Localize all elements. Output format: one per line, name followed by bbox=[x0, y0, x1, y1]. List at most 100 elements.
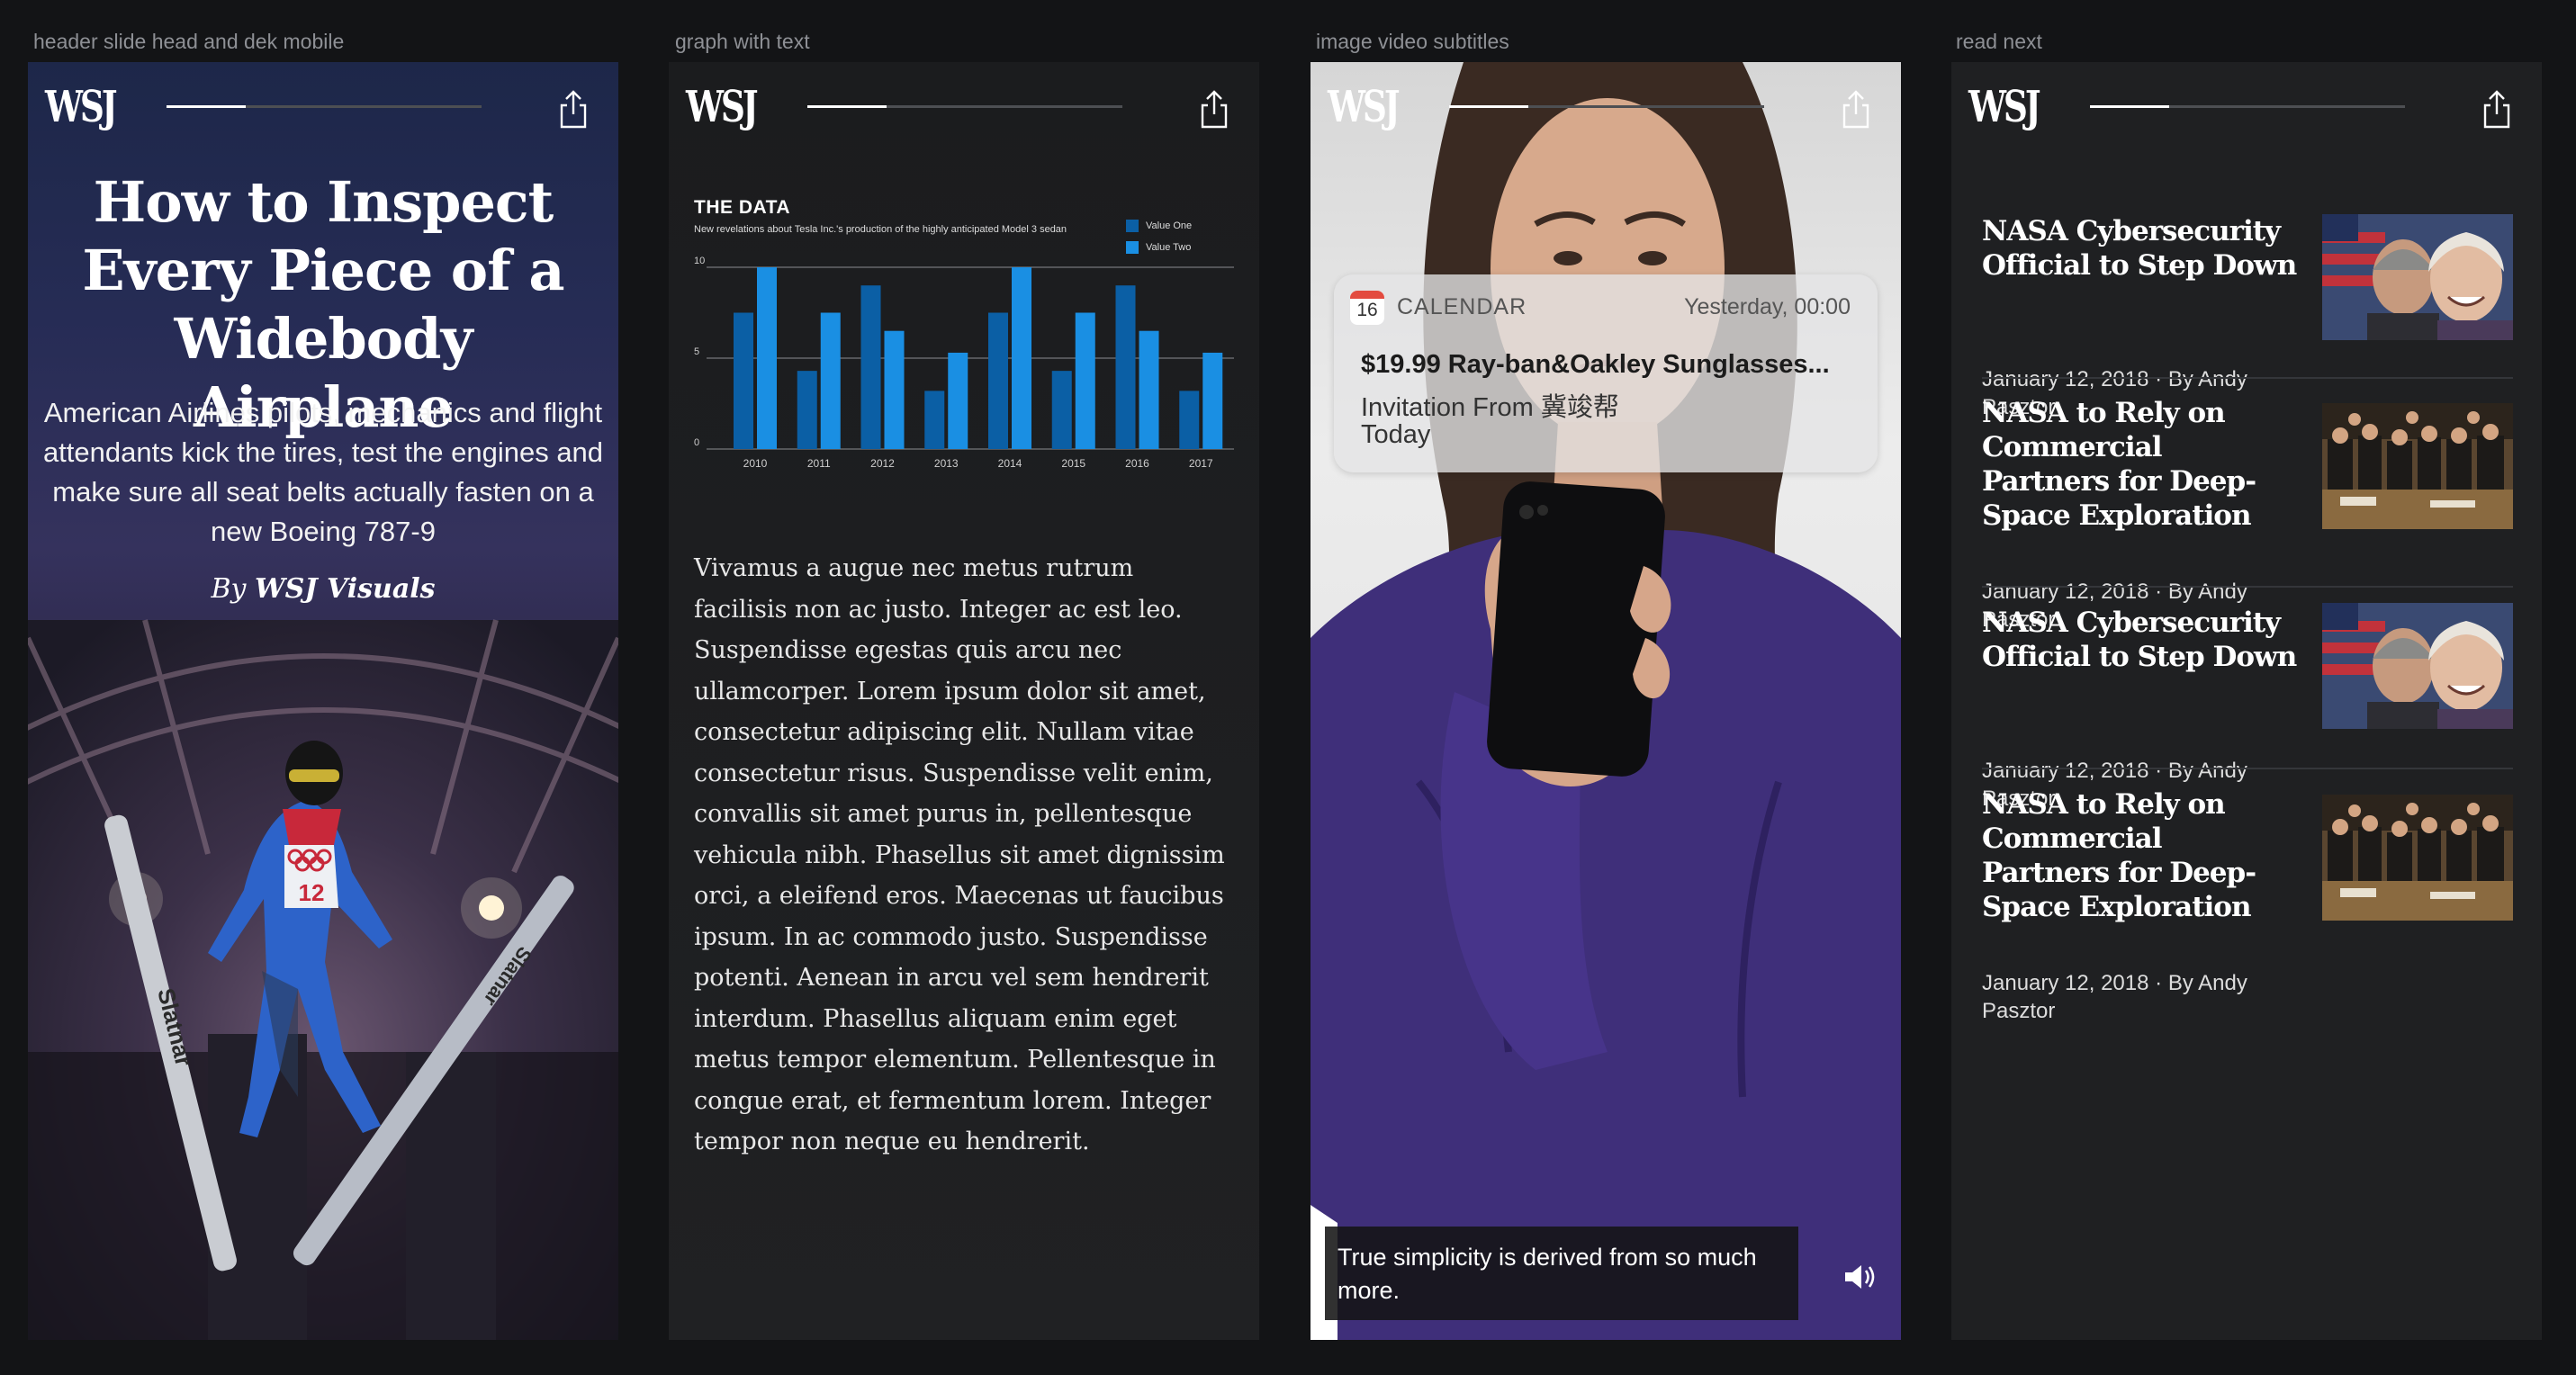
bar-value-two bbox=[884, 330, 905, 449]
notification-app-name: CALENDAR bbox=[1397, 294, 1527, 319]
bar-value-one bbox=[860, 285, 881, 449]
legend-swatch-value-one bbox=[1126, 220, 1139, 232]
byline: By WSJ Visuals bbox=[28, 573, 618, 605]
bar-value-two bbox=[1075, 312, 1095, 449]
x-tick-label: 2015 bbox=[1061, 457, 1085, 470]
bar-value-one bbox=[734, 312, 753, 449]
x-tick-label: 2010 bbox=[743, 457, 768, 470]
bar-chart: 0 5 10 2010 2011 2012 2013 2014 2015 2016 2017 THE… bbox=[694, 197, 1234, 557]
article-divider bbox=[1982, 586, 2513, 588]
video-slide-panel: WSJ 16 CALENDAR Yesterday, 00:00 $19.99 … bbox=[1311, 62, 1901, 1340]
progress-fill bbox=[2090, 105, 2169, 108]
x-tick-label: 2011 bbox=[807, 457, 831, 470]
legend-swatch-value-two bbox=[1126, 241, 1139, 254]
article-title[interactable]: NASA to Rely on Commercial Partners for … bbox=[1982, 787, 2297, 924]
article-thumbnail[interactable] bbox=[2322, 603, 2513, 729]
wsj-logo[interactable]: WSJ bbox=[45, 82, 118, 132]
header-slide-panel: Slatnar Slatnar 12 WSJ How to Inspect Ev… bbox=[28, 62, 618, 1340]
frame-label-video: image video subtitles bbox=[1316, 30, 1509, 53]
read-next-article[interactable]: NASA to Rely on Commercial Partners for … bbox=[1982, 396, 2513, 632]
bar-value-two bbox=[820, 312, 841, 449]
y-tick-label: 10 bbox=[694, 256, 705, 266]
bar-value-one bbox=[1115, 285, 1136, 449]
bar-value-one bbox=[988, 312, 1008, 449]
top-bar: WSJ bbox=[28, 62, 618, 156]
y-tick-label: 0 bbox=[694, 437, 699, 448]
chart-title: THE DATA bbox=[694, 197, 791, 218]
bar-value-one bbox=[1051, 371, 1072, 449]
notification-title: $19.99 Ray-ban&Oakley Sunglasses... bbox=[1361, 350, 1830, 379]
chart-subtitle: New revelations about Tesla Inc.'s produ… bbox=[694, 224, 1067, 235]
article-thumbnail[interactable] bbox=[2322, 403, 2513, 529]
article-date: January 12, 2018 bbox=[1982, 971, 2149, 995]
subtitle-text: True simplicity is derived from so much … bbox=[1338, 1244, 1757, 1304]
top-bar: WSJ bbox=[1311, 62, 1901, 156]
share-icon[interactable] bbox=[1198, 89, 1230, 129]
chart-legend: Value One Value Two bbox=[1126, 215, 1192, 258]
x-tick-label: 2013 bbox=[934, 457, 959, 470]
article-title[interactable]: NASA Cybersecurity Official to Step Down bbox=[1982, 214, 2297, 283]
article-date: January 12, 2018 bbox=[1982, 580, 2149, 604]
notification-time: Yesterday, 00:00 bbox=[1684, 294, 1851, 319]
svg-text:12: 12 bbox=[299, 879, 325, 906]
bar-value-two bbox=[1139, 330, 1159, 449]
share-icon[interactable] bbox=[557, 89, 590, 129]
article-thumbnail[interactable] bbox=[2322, 795, 2513, 921]
frame-label-read-next: read next bbox=[1956, 30, 2042, 53]
wsj-logo[interactable]: WSJ bbox=[1968, 82, 2041, 132]
article-divider bbox=[1982, 377, 2513, 379]
x-tick-label: 2017 bbox=[1189, 457, 1213, 470]
woman-with-phone-photo bbox=[1311, 62, 1901, 1340]
calendar-notification[interactable]: 16 CALENDAR Yesterday, 00:00 $19.99 Ray-… bbox=[1334, 274, 1878, 472]
share-icon[interactable] bbox=[1840, 89, 1872, 129]
article-date: January 12, 2018 bbox=[1982, 759, 2149, 783]
read-next-article[interactable]: NASA to Rely on Commercial Partners for … bbox=[1982, 787, 2513, 1023]
x-tick-label: 2016 bbox=[1125, 457, 1149, 470]
byline-prefix: By bbox=[211, 573, 247, 605]
read-next-panel: WSJ NASA Cybersecurity Official to Step … bbox=[1951, 62, 2542, 1340]
top-bar: WSJ bbox=[669, 62, 1259, 156]
calendar-icon: 16 bbox=[1350, 291, 1384, 325]
progress-fill bbox=[1449, 105, 1528, 108]
progress-fill bbox=[807, 105, 887, 108]
graph-slide-panel: WSJ 0 5 10 2010 2011 2012 2013 2014 2015 2016 2017… bbox=[669, 62, 1259, 1340]
legend-item-value-two: Value Two bbox=[1126, 237, 1192, 258]
bar-value-one bbox=[1179, 391, 1200, 449]
body-text: Vivamus a augue nec metus rutrum facilis… bbox=[694, 554, 1225, 1155]
legend-label-value-one: Value One bbox=[1146, 220, 1193, 231]
speaker-icon[interactable] bbox=[1842, 1262, 1878, 1292]
top-bar: WSJ bbox=[1951, 62, 2542, 156]
read-next-article[interactable]: NASA Cybersecurity Official to Step Down… bbox=[1982, 603, 2513, 811]
progress-bar bbox=[1449, 105, 1764, 108]
dek: American Airlines pilots, mechanics and … bbox=[42, 397, 604, 547]
article-divider bbox=[1982, 768, 2513, 769]
bar-value-two bbox=[1202, 352, 1223, 449]
article-title[interactable]: NASA Cybersecurity Official to Step Down bbox=[1982, 606, 2297, 674]
progress-bar bbox=[807, 105, 1122, 108]
frame-label-header: header slide head and dek mobile bbox=[33, 30, 345, 53]
subtitle-box: True simplicity is derived from so much … bbox=[1325, 1227, 1798, 1320]
article-thumbnail[interactable] bbox=[2322, 214, 2513, 340]
article-title[interactable]: NASA to Rely on Commercial Partners for … bbox=[1982, 396, 2297, 533]
notification-line-1: Invitation From 冀竣帮 bbox=[1361, 393, 1619, 422]
wsj-logo[interactable]: WSJ bbox=[1328, 82, 1401, 132]
article-date: January 12, 2018 bbox=[1982, 367, 2149, 391]
bar-value-two bbox=[757, 267, 777, 449]
wsj-logo[interactable]: WSJ bbox=[686, 82, 759, 132]
byline-author[interactable]: WSJ Visuals bbox=[255, 573, 436, 605]
frame-label-graph: graph with text bbox=[675, 30, 810, 53]
notification-line-2: Today bbox=[1361, 420, 1431, 449]
bar-value-two bbox=[948, 352, 968, 449]
progress-bar bbox=[2090, 105, 2405, 108]
legend-item-value-one: Value One bbox=[1126, 215, 1192, 237]
y-tick-label: 5 bbox=[694, 346, 699, 357]
progress-fill bbox=[167, 105, 246, 108]
share-icon[interactable] bbox=[2481, 89, 2513, 129]
read-next-article[interactable]: NASA Cybersecurity Official to Step Down… bbox=[1982, 214, 2513, 419]
bar-value-two bbox=[1012, 267, 1031, 449]
legend-label-value-two: Value Two bbox=[1146, 242, 1192, 253]
progress-bar bbox=[167, 105, 482, 108]
x-tick-label: 2012 bbox=[870, 457, 895, 470]
article-meta: January 12, 2018 · By Andy Pasztor bbox=[1982, 971, 2247, 1023]
x-tick-label: 2014 bbox=[998, 457, 1022, 470]
